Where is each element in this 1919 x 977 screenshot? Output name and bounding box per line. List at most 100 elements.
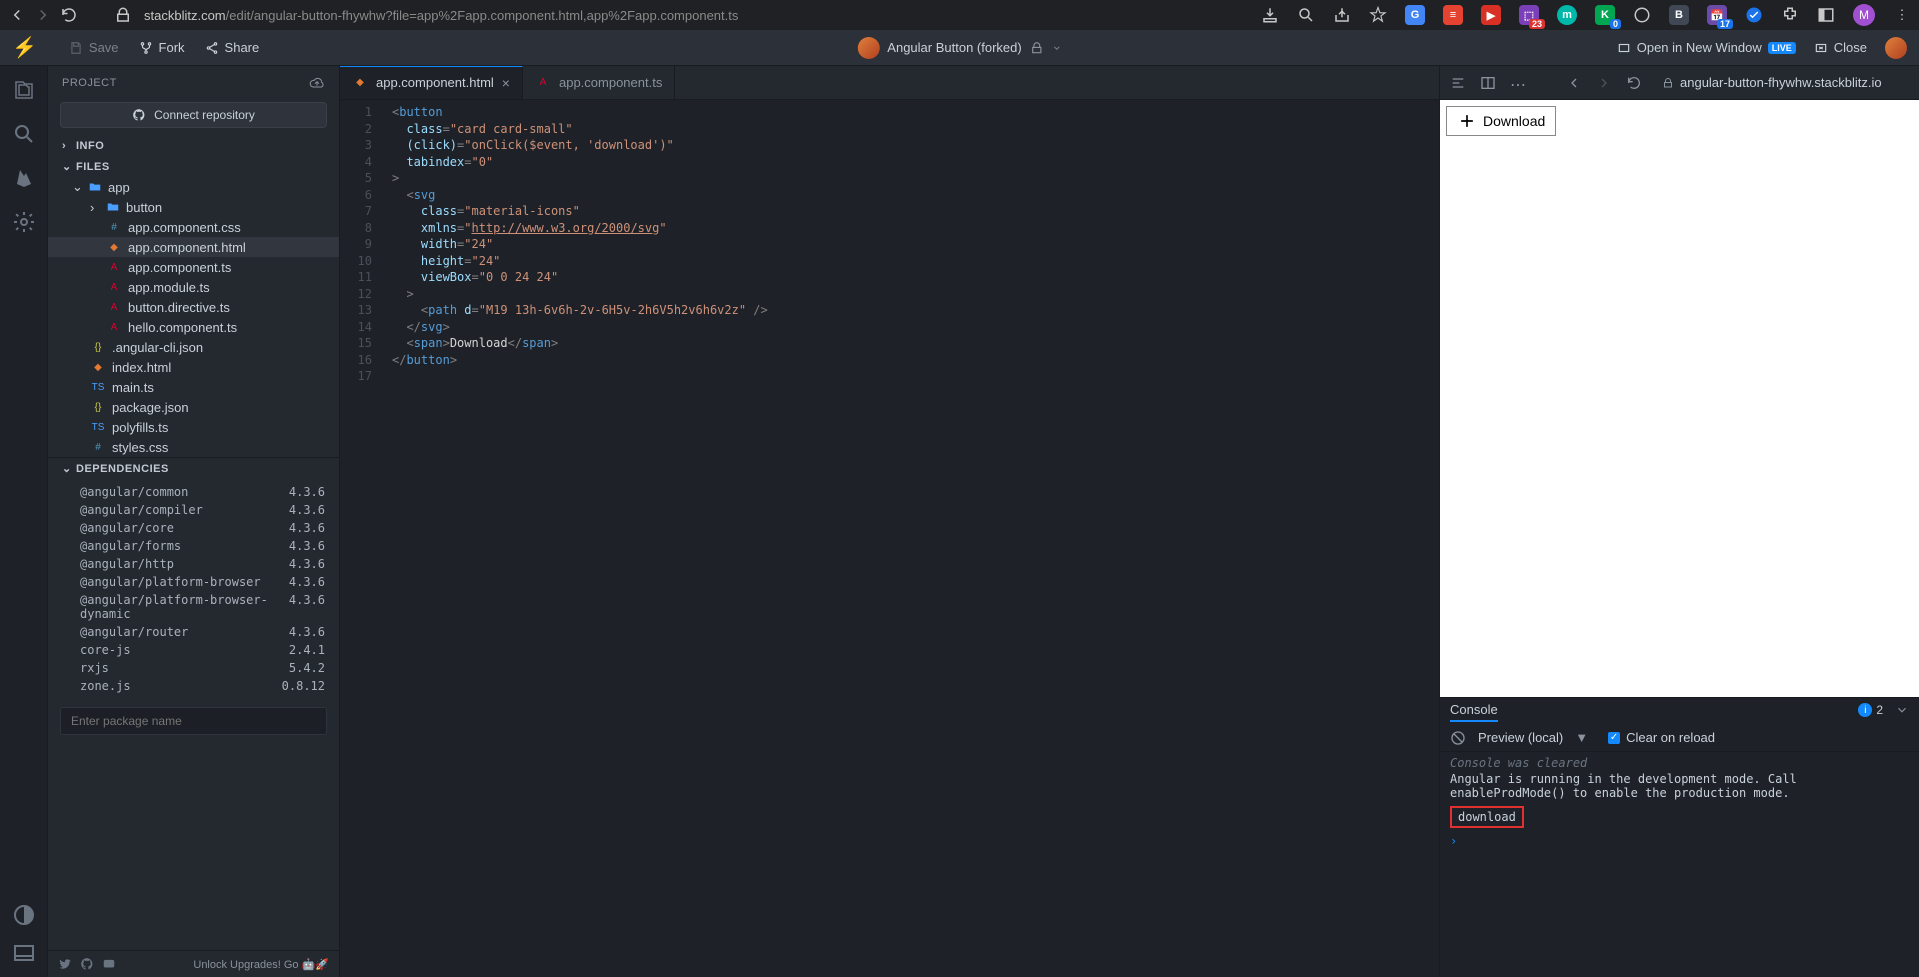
firebase-icon[interactable]: [12, 166, 36, 190]
files-section[interactable]: ⌄FILES: [48, 156, 339, 177]
sidepanel-icon[interactable]: [1817, 6, 1835, 24]
fork-button[interactable]: Fork: [139, 40, 185, 55]
dependency-row[interactable]: @angular/common4.3.6: [48, 483, 339, 501]
download-button[interactable]: Download: [1446, 106, 1556, 136]
settings-icon[interactable]: [12, 210, 36, 234]
tab-app-html[interactable]: ◆ app.component.html ×: [340, 66, 523, 99]
open-new-window-button[interactable]: Open in New Window LIVE: [1617, 40, 1796, 55]
code-content[interactable]: <button class="card card-small" (click)=…: [384, 100, 768, 977]
search-icon[interactable]: [12, 122, 36, 146]
dependency-row[interactable]: @angular/router4.3.6: [48, 623, 339, 641]
dependency-row[interactable]: @angular/compiler4.3.6: [48, 501, 339, 519]
file-index-html[interactable]: ◆index.html: [48, 357, 339, 377]
file-app-html[interactable]: ◆app.component.html: [48, 237, 339, 257]
extensions-icon[interactable]: [1781, 6, 1799, 24]
tab-app-ts[interactable]: A app.component.ts: [523, 66, 675, 99]
more-icon[interactable]: ⋯: [1510, 75, 1526, 91]
file-app-module[interactable]: Aapp.module.ts: [48, 277, 339, 297]
connect-repository-button[interactable]: Connect repository: [60, 102, 327, 128]
ext-translate-icon[interactable]: G: [1405, 5, 1425, 25]
preview-forward-icon[interactable]: [1596, 75, 1612, 91]
address-bar[interactable]: stackblitz.com/edit/angular-button-fhywh…: [144, 8, 738, 23]
dependency-row[interactable]: @angular/platform-browser-dynamic4.3.6: [48, 591, 339, 623]
console-tab[interactable]: Console: [1450, 699, 1498, 722]
dropdown-icon[interactable]: ▼: [1575, 730, 1588, 745]
preview-local-label[interactable]: Preview (local): [1478, 730, 1563, 745]
dependencies-section[interactable]: ⌄DEPENDENCIES: [48, 458, 339, 479]
line-gutter: 1234567891011121314151617: [340, 100, 384, 977]
code-editor[interactable]: 1234567891011121314151617 <button class=…: [340, 100, 1439, 977]
file-package-json[interactable]: {}package.json: [48, 397, 339, 417]
folder-button[interactable]: ›button: [48, 197, 339, 217]
file-angular-cli[interactable]: {}.angular-cli.json: [48, 337, 339, 357]
info-section[interactable]: ›INFO: [48, 136, 339, 156]
file-main-ts[interactable]: TSmain.ts: [48, 377, 339, 397]
forward-icon[interactable]: [34, 6, 52, 24]
profile-avatar[interactable]: M: [1853, 4, 1875, 26]
lock-icon[interactable]: [1030, 41, 1044, 55]
explorer-icon[interactable]: [12, 78, 36, 102]
url-path: /edit/angular-button-fhywhw?file=app%2Fa…: [226, 8, 739, 23]
dependency-row[interactable]: @angular/http4.3.6: [48, 555, 339, 573]
close-icon[interactable]: ×: [502, 75, 510, 91]
ext-todoist-icon[interactable]: ≡: [1443, 5, 1463, 25]
split-icon[interactable]: [1480, 75, 1496, 91]
search-icon[interactable]: [1297, 6, 1315, 24]
file-button-directive[interactable]: Abutton.directive.ts: [48, 297, 339, 317]
github-icon[interactable]: [80, 957, 94, 971]
file-hello-component[interactable]: Ahello.component.ts: [48, 317, 339, 337]
ext-k-icon[interactable]: K0: [1595, 5, 1615, 25]
file-polyfills[interactable]: TSpolyfills.ts: [48, 417, 339, 437]
dependency-row[interactable]: zone.js0.8.12: [48, 677, 339, 695]
twitter-icon[interactable]: [58, 957, 72, 971]
dependency-row[interactable]: @angular/core4.3.6: [48, 519, 339, 537]
ext-calendar-icon[interactable]: 📅17: [1707, 5, 1727, 25]
console-prompt[interactable]: ›: [1450, 834, 1909, 848]
folder-app[interactable]: ⌄app: [48, 177, 339, 197]
user-avatar[interactable]: [1885, 37, 1907, 59]
discord-icon[interactable]: [102, 957, 116, 971]
ext-play-icon[interactable]: ▶: [1481, 5, 1501, 25]
menu-dots-icon[interactable]: ⋮: [1893, 6, 1911, 24]
preview-reload-icon[interactable]: [1626, 75, 1642, 91]
chevron-down-icon[interactable]: [1052, 43, 1062, 53]
cloud-upload-icon[interactable]: [309, 75, 325, 91]
install-icon[interactable]: [1261, 6, 1279, 24]
ext-m-icon[interactable]: m: [1557, 5, 1577, 25]
project-owner-avatar[interactable]: [857, 37, 879, 59]
save-button[interactable]: Save: [69, 40, 119, 55]
share-icon[interactable]: [1333, 6, 1351, 24]
preview-back-icon[interactable]: [1566, 75, 1582, 91]
file-app-css[interactable]: #app.component.css: [48, 217, 339, 237]
preview-frame[interactable]: Download: [1440, 100, 1919, 697]
clear-console-icon[interactable]: [1450, 730, 1466, 746]
stackblitz-logo-icon[interactable]: ⚡: [12, 35, 37, 60]
reload-icon[interactable]: [60, 6, 78, 24]
file-styles-css[interactable]: #styles.css: [48, 437, 339, 457]
ext-check-icon[interactable]: [1745, 6, 1763, 24]
back-icon[interactable]: [8, 6, 26, 24]
ext-b-icon[interactable]: B: [1669, 5, 1689, 25]
ext-circle-icon[interactable]: [1633, 6, 1651, 24]
console-count: 2: [1876, 703, 1883, 717]
star-icon[interactable]: [1369, 6, 1387, 24]
dependency-row[interactable]: core-js2.4.1: [48, 641, 339, 659]
close-button[interactable]: Close: [1814, 40, 1867, 55]
share-button[interactable]: Share: [205, 40, 260, 55]
format-icon[interactable]: [1450, 75, 1466, 91]
activity-bar: [0, 66, 48, 977]
console-output[interactable]: Console was cleared Angular is running i…: [1440, 752, 1919, 977]
layout-icon[interactable]: [12, 941, 36, 965]
clear-on-reload-toggle[interactable]: ✓ Clear on reload: [1608, 730, 1715, 745]
ext-store-icon[interactable]: ⬚23: [1519, 5, 1539, 25]
file-app-ts[interactable]: Aapp.component.ts: [48, 257, 339, 277]
upgrade-link[interactable]: Unlock Upgrades! Go 🤖🚀: [193, 958, 329, 971]
dependency-row[interactable]: rxjs5.4.2: [48, 659, 339, 677]
dependency-row[interactable]: @angular/forms4.3.6: [48, 537, 339, 555]
preview-url[interactable]: angular-button-fhywhw.stackblitz.io: [1662, 75, 1882, 90]
file-tree: ⌄app ›button #app.component.css ◆app.com…: [48, 177, 339, 457]
chevron-down-icon[interactable]: [1895, 703, 1909, 717]
theme-icon[interactable]: [12, 903, 36, 927]
package-name-input[interactable]: [60, 707, 327, 735]
dependency-row[interactable]: @angular/platform-browser4.3.6: [48, 573, 339, 591]
